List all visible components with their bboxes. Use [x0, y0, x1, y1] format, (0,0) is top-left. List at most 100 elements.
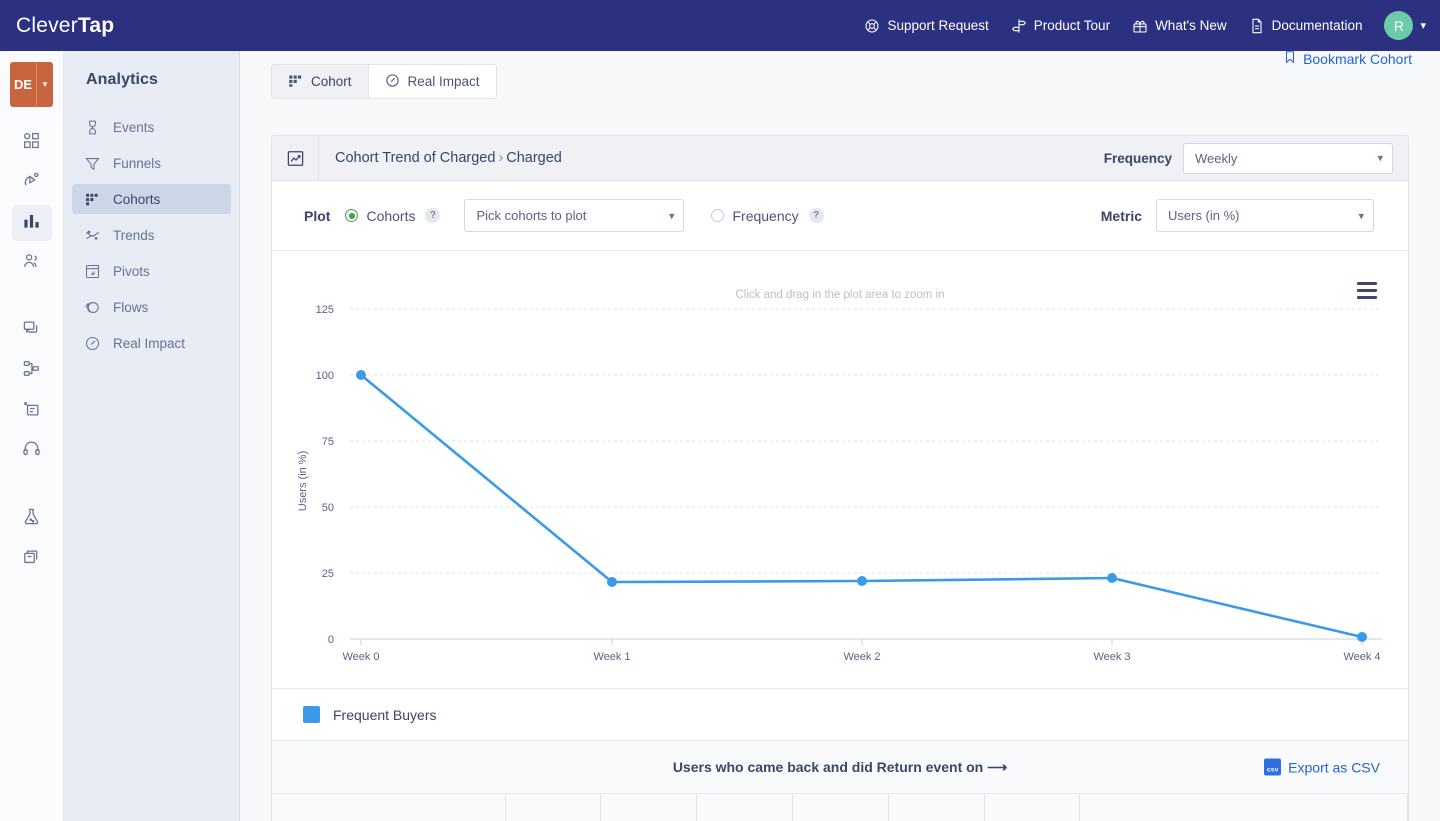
pick-cohorts-select[interactable]: Pick cohorts to plot ▾	[464, 199, 684, 232]
cohort-grid-icon	[288, 73, 303, 91]
sidebar-item-funnels[interactable]: Funnels	[72, 148, 231, 178]
messaging-icon	[22, 319, 41, 343]
rail-item-segments[interactable]	[12, 245, 52, 281]
real-impact-icon	[84, 335, 101, 352]
bookmark-icon	[1283, 51, 1297, 67]
table-cell	[601, 794, 697, 821]
documentation-link[interactable]: Documentation	[1249, 18, 1363, 34]
table-cell	[1080, 794, 1408, 821]
journeys-icon	[22, 359, 41, 383]
cohort-data-table	[272, 794, 1408, 821]
gift-icon	[1132, 18, 1148, 34]
tab-cohort[interactable]: Cohort	[272, 65, 369, 98]
tab-real-impact[interactable]: Real Impact	[369, 65, 496, 98]
frequency-control: Frequency Weekly ▾	[1104, 143, 1393, 174]
radio-cohorts[interactable]	[345, 209, 358, 222]
sidebar-item-pivots[interactable]: Pivots	[72, 256, 231, 286]
segments-icon	[22, 251, 41, 275]
user-menu[interactable]: R ▾	[1384, 11, 1426, 40]
metric-select[interactable]: Users (in %) ▾	[1156, 199, 1374, 232]
svg-text:50: 50	[322, 502, 334, 514]
pick-cohorts-placeholder: Pick cohorts to plot	[476, 208, 586, 223]
chevron-down-icon: ▾	[1420, 19, 1426, 32]
signpost-icon	[1011, 18, 1027, 34]
export-as-csv-label: Export as CSV	[1288, 759, 1380, 775]
sidebar-item-cohorts[interactable]: Cohorts	[72, 184, 231, 214]
table-cell	[889, 794, 985, 821]
frequency-label: Frequency	[1104, 151, 1172, 166]
rail-item-messaging[interactable]	[12, 313, 52, 349]
dashboard-icon	[22, 131, 41, 155]
sidebar-title: Analytics	[64, 51, 239, 89]
svg-text:75: 75	[322, 436, 334, 448]
rail-item-support[interactable]	[12, 433, 52, 469]
sidebar-item-flows[interactable]: Flows	[72, 292, 231, 322]
rail-item-templates[interactable]	[12, 393, 52, 429]
pivots-icon	[84, 263, 101, 280]
sidebar-items: Events Funnels Cohorts	[64, 112, 239, 358]
document-icon	[1249, 18, 1265, 34]
support-request-link[interactable]: Support Request	[864, 18, 988, 34]
table-cell	[985, 794, 1080, 821]
chevron-down-icon: ▾	[1377, 152, 1383, 165]
app-logo[interactable]: CleverTap	[16, 14, 114, 38]
csv-file-icon: csv	[1264, 759, 1281, 776]
table-cell	[793, 794, 889, 821]
product-tour-link[interactable]: Product Tour	[1011, 18, 1110, 34]
rail-item-journeys[interactable]	[12, 353, 52, 389]
chart-legend: Frequent Buyers	[272, 688, 1408, 741]
whats-new-link[interactable]: What's New	[1132, 18, 1227, 34]
rail-item-dashboard[interactable]	[12, 125, 52, 161]
analytics-icon	[22, 211, 41, 235]
table-cell	[697, 794, 793, 821]
rail-item-experiments[interactable]	[12, 501, 52, 537]
radio-frequency-label: Frequency	[732, 208, 798, 224]
frequency-value: Weekly	[1195, 151, 1237, 166]
sidebar-item-label: Real Impact	[113, 336, 185, 351]
radio-frequency[interactable]	[711, 209, 724, 222]
bookmark-cohort-button[interactable]: Bookmark Cohort	[1283, 51, 1412, 67]
svg-text:125: 125	[316, 304, 334, 316]
account-code: DE	[10, 62, 36, 107]
sidebar-item-label: Trends	[113, 228, 155, 243]
rail-item-archive[interactable]	[12, 541, 52, 577]
real-impact-icon	[385, 73, 400, 91]
logo-text-clever: Clever	[16, 14, 78, 37]
documentation-label: Documentation	[1272, 18, 1363, 33]
experiments-icon	[22, 507, 41, 531]
frequency-help-icon[interactable]: ?	[809, 208, 824, 223]
cohort-trend-card: Cohort Trend of Charged›Charged Frequenc…	[271, 135, 1409, 821]
campaign-icon	[22, 171, 41, 195]
svg-text:Week 4: Week 4	[1343, 651, 1380, 663]
funnel-icon	[84, 155, 101, 172]
sidebar-item-trends[interactable]: Trends	[72, 220, 231, 250]
sidebar-item-events[interactable]: Events	[72, 112, 231, 142]
plot-label: Plot	[304, 208, 330, 224]
legend-swatch[interactable]	[303, 706, 320, 723]
metric-label: Metric	[1101, 208, 1142, 224]
frequency-select[interactable]: Weekly ▾	[1183, 143, 1393, 174]
svg-text:25: 25	[322, 568, 334, 580]
breadcrumb-separator: ›	[495, 150, 506, 166]
account-switcher[interactable]: DE ▾	[10, 62, 53, 107]
whats-new-label: What's New	[1155, 18, 1227, 33]
export-as-csv-button[interactable]: csv Export as CSV	[1264, 759, 1380, 776]
chevron-down-icon: ▾	[1358, 209, 1364, 222]
sidebar-item-real-impact[interactable]: Real Impact	[72, 328, 231, 358]
archive-icon	[22, 547, 41, 571]
templates-icon	[22, 399, 41, 423]
sidebar-item-label: Pivots	[113, 264, 150, 279]
tab-cohort-label: Cohort	[311, 74, 352, 89]
rail-item-campaign[interactable]	[12, 165, 52, 201]
flows-icon	[84, 299, 101, 316]
footer-description: Users who came back and did Return event…	[673, 759, 1007, 776]
svg-text:0: 0	[328, 634, 334, 646]
rail-item-analytics[interactable]	[12, 205, 52, 241]
chart-plot-area[interactable]: Click and drag in the plot area to zoom …	[272, 251, 1408, 688]
radio-cohorts-label: Cohorts	[366, 208, 415, 224]
svg-text:Week 1: Week 1	[593, 651, 630, 663]
lifebuoy-icon	[864, 18, 880, 34]
legend-label[interactable]: Frequent Buyers	[333, 707, 437, 723]
cohorts-help-icon[interactable]: ?	[425, 208, 440, 223]
card-header: Cohort Trend of Charged›Charged Frequenc…	[272, 136, 1408, 181]
